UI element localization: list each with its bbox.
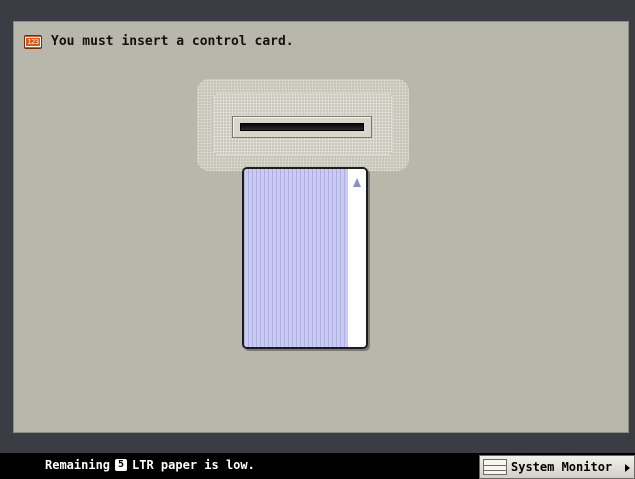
counter-icon: 123	[24, 34, 42, 49]
system-monitor-label: System Monitor	[511, 460, 613, 474]
status-message: Remaining 5 LTR paper is low.	[45, 458, 255, 472]
card-tab	[348, 169, 366, 347]
status-suffix: LTR paper is low.	[132, 458, 255, 472]
play-arrow-icon	[625, 464, 630, 472]
card-stripes	[244, 169, 348, 347]
counter-icon-text: 123	[25, 36, 41, 47]
card-slot-icon	[232, 116, 372, 138]
control-card-icon	[242, 167, 368, 349]
monitor-icon	[483, 459, 507, 475]
insert-direction-arrow-icon	[353, 178, 361, 187]
card-reader-illustration	[197, 79, 409, 171]
message-row: 123 You must insert a control card.	[24, 34, 294, 49]
status-prefix: Remaining	[45, 458, 111, 472]
system-monitor-button[interactable]: System Monitor	[479, 455, 635, 479]
message-text: You must insert a control card.	[51, 34, 294, 49]
card-slot-opening	[240, 123, 364, 131]
paper-drawer-badge: 5	[115, 459, 128, 471]
